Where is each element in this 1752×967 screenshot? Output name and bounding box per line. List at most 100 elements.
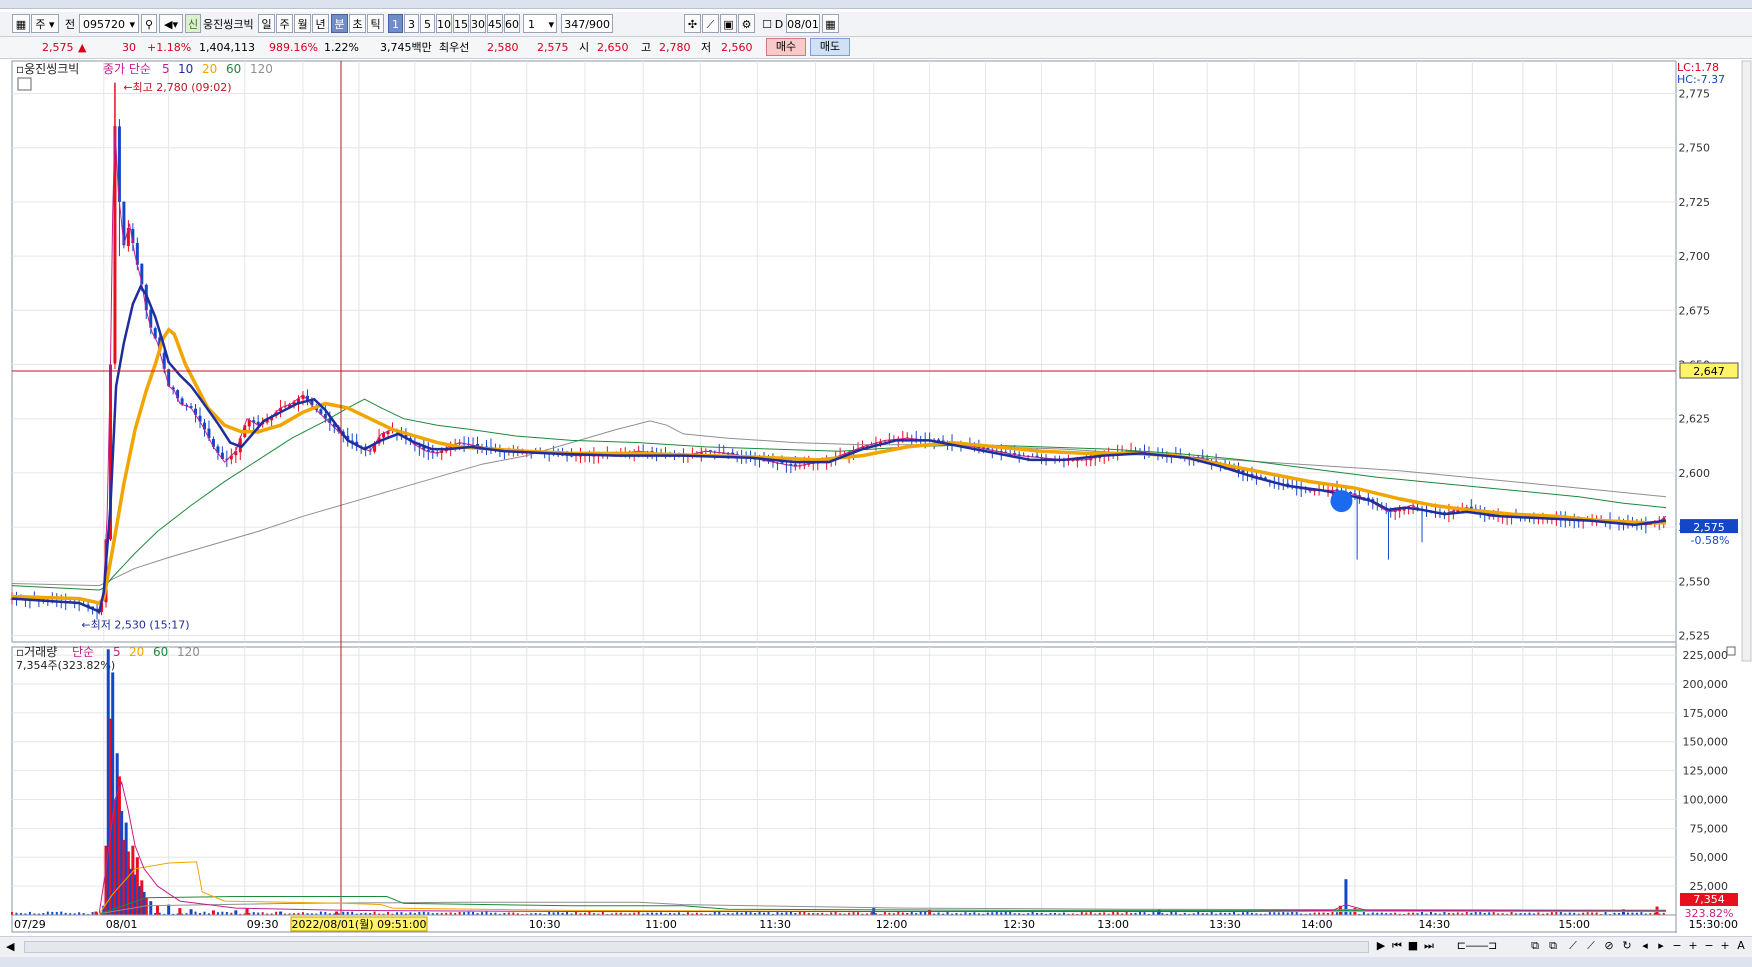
time-tick-label: 13:00 [1097,918,1129,931]
mode-select[interactable]: 주 ▾ [31,14,59,33]
interval-30-button[interactable]: 30 [470,14,486,33]
scroll-right-arrow-icon[interactable]: ▶ [1374,939,1388,952]
time-tick-label: 08/01 [106,918,138,931]
layout-split-icon[interactable]: ⧉ [1528,939,1542,953]
interval-3-button[interactable]: 3 [404,14,419,33]
period-month-button[interactable]: 월 [294,14,311,33]
period-week-button[interactable]: 주 [276,14,293,33]
quote-bar: 2,575 ▲ 30 +1.18% 1,404,113 989.16% 1.22… [0,37,1752,59]
unit-select[interactable]: 1 ▾ [523,14,557,33]
buy-button[interactable]: 매수 [766,38,806,56]
stock-code-input[interactable]: 095720 ▾ [79,14,139,33]
time-tick-label: 09:30 [247,918,279,931]
stop-icon[interactable]: ■ [1406,939,1420,952]
chart-canvas[interactable]: 2,7752,7502,7252,7002,6752,6502,6252,600… [0,59,1752,936]
cursor-marker [1330,490,1353,513]
period-tick-button[interactable]: 틱 [367,14,384,33]
volume-panel-frame [11,646,1677,916]
interval-60-button[interactable]: 60 [504,14,520,33]
draw-tool-icon[interactable]: ⟋ [1566,939,1580,953]
draw-tool-2-icon[interactable]: ⟋ [1584,939,1598,953]
interval-1-button[interactable]: 1 [388,14,403,33]
zoom-in-icon[interactable]: + [1686,939,1700,952]
low-annotation: ←최저 2,530 (15:17) [81,619,189,632]
scroll-left-arrow-icon[interactable]: ◀ [6,940,14,953]
scroll-left-icon[interactable]: ◂ [1638,939,1652,952]
price-change: 30 [122,41,136,54]
minus-icon[interactable]: − [1702,939,1716,952]
erase-icon[interactable]: ⊘ [1602,939,1616,952]
jump-last-icon[interactable]: ⏭ [1422,939,1436,953]
price-legend-prefix: 종가 단순 [103,62,151,76]
volume-bar [1429,911,1432,915]
font-size-icon[interactable]: A [1734,939,1748,952]
low-price: 2,560 [721,41,753,54]
bar-count-field[interactable]: 347/900 [561,14,613,33]
candle-body [140,263,144,285]
price-change-pct: +1.18% [147,41,192,54]
time-tick-label: 11:00 [645,918,677,931]
price-legend-ma: 10 [178,62,193,76]
trendline-tool-icon[interactable]: ⟋ [702,14,719,33]
volume-bar [485,911,488,915]
layout-icon[interactable]: ▦ [12,14,30,33]
scroll-track[interactable] [24,941,1369,953]
bottom-scrollbar: ◀ ▶ ⏮ ■ ⏭ ⊏――⊐ ⧉ ⧉ ⟋ ⟋ ⊘ ↻ ◂ ▸ − + − + A [0,936,1752,957]
high-price: 2,780 [659,41,691,54]
chevron-down-icon[interactable]: ▾ [548,15,554,34]
crosshair-price-label: 2,647 [1693,365,1725,378]
trade-amount: 3,745백만 [380,41,432,54]
zoom-slider[interactable]: ⊏――⊐ [1442,939,1512,952]
refresh-icon[interactable]: ↻ [1620,939,1634,952]
price-legend-ma: 20 [202,62,217,76]
plus-icon[interactable]: + [1718,939,1732,952]
period-second-button[interactable]: 초 [349,14,366,33]
sell-button[interactable]: 매도 [810,38,850,56]
volume-bar [178,908,182,915]
volume-panel-menu-icon[interactable] [1726,646,1736,656]
best-ask: 2,580 [487,41,519,54]
gear-icon[interactable]: ⚙ [738,14,755,33]
price-tick-label: 2,525 [1679,629,1711,642]
bar-count-value: 347 [564,18,586,31]
interval-5-button[interactable]: 5 [420,14,435,33]
volume-bar [373,911,376,915]
volume-bar [758,911,761,915]
open-label: 시 [579,41,590,54]
interval-10-button[interactable]: 10 [436,14,452,33]
interval-15-button[interactable]: 15 [453,14,469,33]
hc-label: HC:-7.37 [1677,73,1725,86]
volume-bar [46,911,49,915]
chevron-down-icon[interactable]: ▾ [129,15,135,34]
jump-first-icon[interactable]: ⏮ [1390,939,1404,953]
period-day-button[interactable]: 일 [258,14,275,33]
price-tick-label: 2,775 [1679,88,1711,101]
current-price-label: 2,575 [1693,521,1725,534]
zoom-out-icon[interactable]: − [1670,939,1684,952]
price-tick-label: 2,600 [1679,467,1711,480]
volume-bar [1443,911,1446,915]
save-icon[interactable]: ▣ [720,14,737,33]
volume-bar [245,908,249,915]
date-checkbox[interactable]: ☐ [760,14,774,33]
volume-bar [588,911,591,915]
layout-stack-icon[interactable]: ⧉ [1546,939,1560,953]
crosshair-tool-icon[interactable]: ✣ [684,14,701,33]
volume-bar [149,901,153,915]
volume-legend-prefix: 단순 [72,645,94,659]
period-minute-button[interactable]: 분 [331,14,348,33]
period-year-button[interactable]: 년 [312,14,329,33]
high-label: 고 [641,41,652,54]
interval-45-button[interactable]: 45 [487,14,503,33]
calendar-icon[interactable]: ▦ [822,14,839,33]
sound-icon[interactable]: ◀▾ [159,14,183,33]
volume-tick-label: 175,000 [1683,707,1729,720]
scroll-right-icon[interactable]: ▸ [1654,939,1668,952]
date-field[interactable]: 08/01 [786,14,820,33]
table-icon[interactable] [17,77,32,91]
volume-bar [167,904,171,915]
volume-legend-ma: 60 [153,645,168,659]
top-menu-strip [0,0,1752,9]
search-icon[interactable]: ⚲ [141,14,157,33]
price-tick-label: 2,700 [1679,250,1711,263]
